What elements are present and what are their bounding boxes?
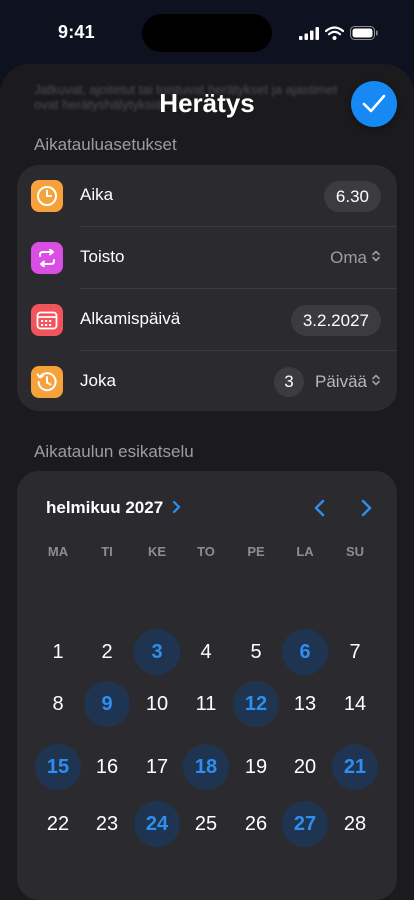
- calendar-icon: [31, 304, 63, 336]
- settings-row-label: Alkamispäivä: [80, 309, 181, 328]
- repeat-menu-value[interactable]: Oma: [330, 248, 367, 268]
- weekday-label: SU: [345, 544, 365, 559]
- calendar-day[interactable]: 23: [84, 801, 130, 847]
- chevron-up-down-icon: [372, 250, 380, 262]
- weekday-label: KE: [147, 544, 167, 559]
- calendar-day-highlighted[interactable]: 9: [84, 681, 130, 727]
- calendar-day[interactable]: 8: [35, 681, 81, 727]
- battery-icon: [350, 26, 378, 40]
- calendar-day[interactable]: 7: [332, 629, 378, 675]
- calendar-day[interactable]: 1: [35, 629, 81, 675]
- calendar-day[interactable]: 16: [84, 744, 130, 790]
- time-value-pill[interactable]: 6.30: [323, 181, 381, 212]
- history-icon: [31, 366, 63, 398]
- interval-unit-menu[interactable]: Päivää: [315, 372, 367, 392]
- chevron-right-icon: [361, 499, 371, 517]
- next-month-button[interactable]: [356, 497, 376, 519]
- checkmark-icon: [362, 94, 386, 113]
- calendar-day-highlighted[interactable]: 6: [282, 629, 328, 675]
- wifi-icon: [325, 26, 344, 40]
- chevron-right-icon[interactable]: [172, 500, 181, 514]
- done-button[interactable]: [351, 81, 397, 127]
- calendar-day-highlighted[interactable]: 24: [134, 801, 180, 847]
- calendar-day[interactable]: 2: [84, 629, 130, 675]
- calendar-day-highlighted[interactable]: 12: [233, 681, 279, 727]
- calendar-day[interactable]: 14: [332, 681, 378, 727]
- cellular-signal-icon: [299, 26, 319, 40]
- status-icons: [299, 26, 378, 40]
- calendar-day-highlighted[interactable]: 15: [35, 744, 81, 790]
- calendar-day[interactable]: 26: [233, 801, 279, 847]
- calendar-day[interactable]: 22: [35, 801, 81, 847]
- chevron-left-icon: [314, 499, 324, 517]
- schedule-settings-card: Aika 6.30 Toisto Oma Alkamispäivä 3.2.20…: [17, 165, 397, 411]
- weekday-label: LA: [296, 544, 314, 559]
- repeat-icon: [31, 242, 63, 274]
- settings-row-label: Toisto: [80, 247, 125, 266]
- weekday-label: MA: [47, 544, 69, 559]
- weekday-label: PE: [247, 544, 265, 559]
- calendar-day[interactable]: 10: [134, 681, 180, 727]
- start-date-pill[interactable]: 3.2.2027: [290, 305, 381, 336]
- settings-row-repeat[interactable]: Toisto Oma: [17, 227, 397, 289]
- calendar-day[interactable]: 13: [282, 681, 328, 727]
- month-title[interactable]: helmikuu 2027: [46, 498, 163, 518]
- schedule-preview-header: Aikataulun esikatselu: [34, 442, 194, 461]
- settings-row-start-date[interactable]: Alkamispäivä 3.2.2027: [17, 289, 397, 351]
- chevron-up-down-icon: [372, 374, 380, 386]
- status-time: 9:41: [58, 22, 95, 42]
- dynamic-island: [142, 14, 272, 52]
- schedule-settings-header: Aikatauluasetukset: [34, 135, 177, 154]
- calendar-day-highlighted[interactable]: 21: [332, 744, 378, 790]
- weekday-label: TO: [197, 544, 215, 559]
- clock-icon: [31, 180, 63, 212]
- calendar-day[interactable]: 11: [183, 681, 229, 727]
- calendar-day[interactable]: 4: [183, 629, 229, 675]
- settings-row-every[interactable]: Joka 3 Päivää: [17, 351, 397, 413]
- settings-row-time[interactable]: Aika 6.30: [17, 165, 397, 227]
- weekday-label: TI: [101, 544, 113, 559]
- previous-month-button[interactable]: [309, 497, 329, 519]
- calendar-day[interactable]: 17: [134, 744, 180, 790]
- calendar-day-highlighted[interactable]: 27: [282, 801, 328, 847]
- calendar-day-highlighted[interactable]: 3: [134, 629, 180, 675]
- calendar-day[interactable]: 19: [233, 744, 279, 790]
- settings-row-label: Joka: [80, 371, 116, 390]
- calendar-day[interactable]: 5: [233, 629, 279, 675]
- calendar-card: helmikuu 2027 MA TI KE TO PE LA SU 12345…: [17, 471, 397, 900]
- calendar-day[interactable]: 20: [282, 744, 328, 790]
- calendar-day[interactable]: 25: [183, 801, 229, 847]
- status-bar: 9:41: [0, 0, 414, 62]
- settings-row-label: Aika: [80, 185, 114, 204]
- calendar-day[interactable]: 28: [332, 801, 378, 847]
- interval-count-pill[interactable]: 3: [274, 367, 304, 397]
- alarm-sheet: Jatkuvat, ajoitetut tai toistuvat heräty…: [0, 64, 414, 900]
- calendar-day-highlighted[interactable]: 18: [183, 744, 229, 790]
